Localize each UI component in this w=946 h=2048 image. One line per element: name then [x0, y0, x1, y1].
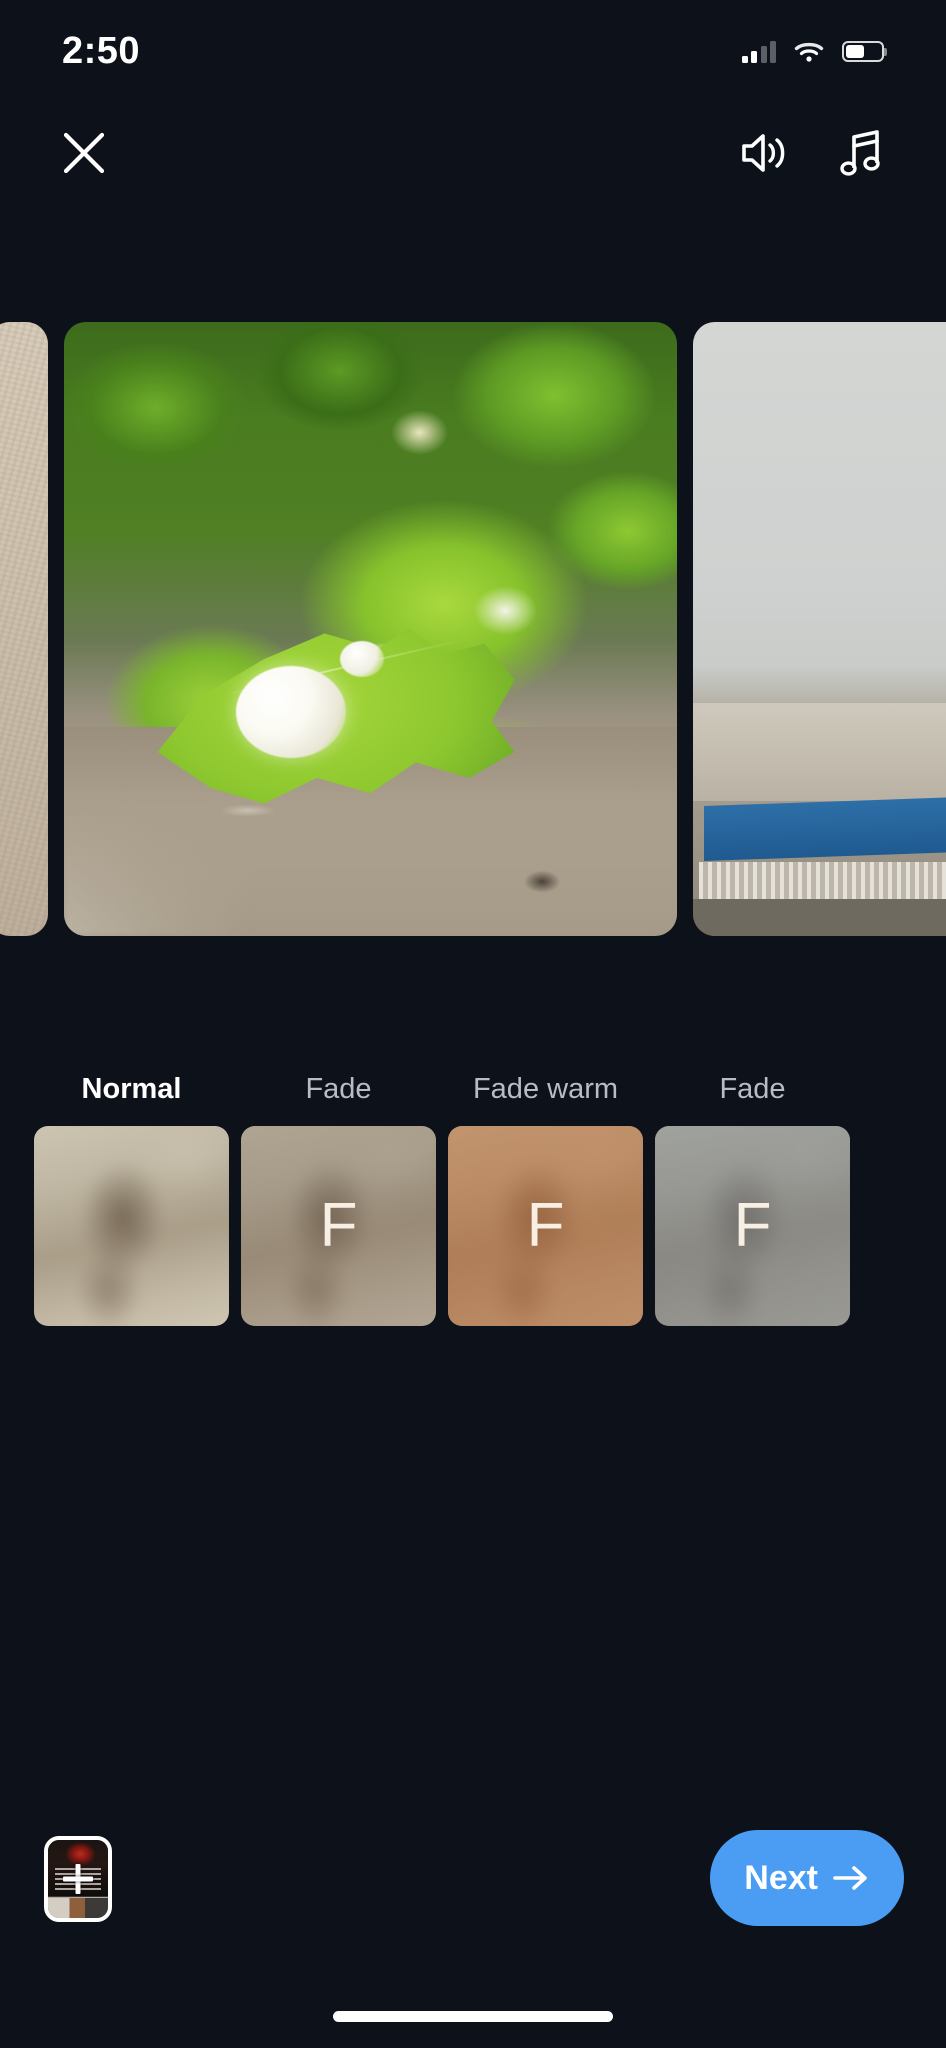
carousel-photo-current [64, 322, 677, 936]
volume-speaker-icon [742, 134, 785, 172]
battery-icon [842, 41, 884, 62]
filter-option-fade[interactable]: Fade F [241, 1075, 436, 1326]
filter-thumbnail-letter: F [733, 1191, 772, 1260]
filter-thumbnail[interactable]: F [448, 1126, 643, 1326]
filter-thumbnail[interactable]: F [241, 1126, 436, 1326]
toolbar-right-group [728, 117, 898, 189]
photo-blue-tarp [704, 795, 946, 862]
filter-thumbnail-letter: F [526, 1191, 565, 1260]
close-icon [63, 132, 105, 174]
filter-label: Fade warm [472, 1073, 619, 1105]
carousel-slide-next[interactable] [693, 322, 946, 936]
filter-strip[interactable]: Normal Fade F Fade warm F Fade F [0, 1075, 946, 1326]
carousel-photo-next [693, 322, 946, 936]
carousel-slide-previous[interactable] [0, 322, 48, 936]
media-carousel[interactable] [0, 322, 946, 936]
editor-toolbar [0, 108, 946, 198]
close-button[interactable] [48, 117, 120, 189]
next-button[interactable]: Next [710, 1830, 904, 1926]
carousel-slide-current[interactable] [64, 322, 677, 936]
battery-fill [846, 45, 864, 58]
filter-label: Normal [81, 1073, 182, 1105]
bottom-action-bar: Next [0, 1808, 946, 2048]
filter-thumbnail-tint [34, 1126, 229, 1326]
filter-label: Fade [305, 1073, 372, 1105]
music-note-icon [840, 130, 880, 176]
filter-option-fade-warm[interactable]: Fade warm F [448, 1075, 643, 1326]
volume-button[interactable] [728, 117, 800, 189]
add-media-thumbnail-strip [48, 1897, 108, 1918]
filter-label: Fade [719, 1073, 786, 1105]
music-button[interactable] [826, 117, 898, 189]
arrow-right-icon [833, 1866, 867, 1890]
photo-flower-bud [339, 641, 384, 678]
plus-icon [63, 1864, 93, 1894]
cellular-signal-icon [741, 40, 776, 63]
photo-building-lower [693, 899, 946, 936]
filter-thumbnail-letter: F [319, 1191, 358, 1260]
app-screen: 2:50 Normal Fade F Fade warm F Fade F Ne… [0, 0, 946, 2048]
filter-option-fade-cool[interactable]: Fade F [655, 1075, 850, 1326]
add-media-button[interactable] [44, 1836, 112, 1922]
status-bar: 2:50 [0, 0, 946, 95]
carousel-photo-previous [0, 322, 48, 936]
filter-thumbnail[interactable] [34, 1126, 229, 1326]
wifi-icon [794, 42, 824, 62]
home-indicator [333, 2011, 613, 2022]
photo-building-upper [693, 702, 946, 801]
filter-option-normal[interactable]: Normal [34, 1075, 229, 1326]
status-bar-indicators [741, 33, 884, 63]
filter-thumbnail[interactable]: F [655, 1126, 850, 1326]
photo-flower-shape [235, 665, 346, 758]
next-button-label: Next [744, 1859, 818, 1897]
status-bar-time: 2:50 [62, 29, 141, 72]
